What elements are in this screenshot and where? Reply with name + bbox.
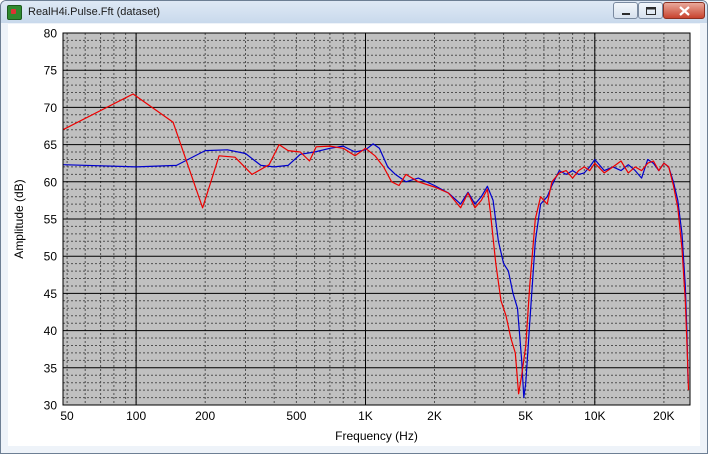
fft-chart[interactable]: 30 35 40 45 50 55 60 65 70 75 80 50 100 200 500 1K 2K 5K… (8, 24, 700, 446)
x-tick-label: 5K (518, 409, 533, 423)
x-axis-label: Frequency (Hz) (335, 429, 418, 443)
maximize-button[interactable] (638, 2, 663, 19)
dataset-window: RealH4i.Pulse.Fft (dataset) 30 35 40 45 50 55… (0, 0, 708, 454)
x-tick-label: 10K (584, 409, 605, 423)
y-tick-label: 30 (44, 399, 58, 413)
chart-area: 30 35 40 45 50 55 60 65 70 75 80 50 100 200 500 1K 2K 5K… (8, 24, 700, 446)
x-tick-label: 20K (653, 409, 674, 423)
y-tick-label: 70 (44, 101, 58, 115)
close-icon (679, 6, 690, 16)
y-tick-label: 50 (44, 250, 58, 264)
y-tick-label: 65 (44, 138, 58, 152)
x-tick-label: 200 (195, 409, 215, 423)
y-tick-label: 60 (44, 175, 58, 189)
x-tick-label: 2K (427, 409, 442, 423)
window-title: RealH4i.Pulse.Fft (dataset) (28, 6, 161, 18)
minimize-icon (622, 13, 630, 15)
x-tick-label: 500 (286, 409, 306, 423)
x-tick-label: 1K (358, 409, 373, 423)
y-tick-label: 75 (44, 64, 58, 78)
y-tick-label: 40 (44, 324, 58, 338)
close-button[interactable] (663, 2, 705, 19)
y-tick-labels: 30 35 40 45 50 55 60 65 70 75 80 (44, 27, 58, 413)
graph-app-icon[interactable] (7, 5, 22, 20)
x-tick-label: 50 (60, 409, 74, 423)
y-axis-label: Amplitude (dB) (12, 179, 26, 258)
minimize-button[interactable] (613, 2, 638, 19)
x-tick-labels: 50 100 200 500 1K 2K 5K 10K 20K (60, 409, 674, 423)
title-bar[interactable]: RealH4i.Pulse.Fft (dataset) (1, 1, 707, 23)
y-tick-label: 80 (44, 27, 58, 41)
y-tick-label: 55 (44, 213, 58, 227)
y-tick-label: 35 (44, 361, 58, 375)
maximize-icon (646, 7, 656, 15)
y-tick-label: 45 (44, 287, 58, 301)
x-tick-label: 100 (126, 409, 146, 423)
